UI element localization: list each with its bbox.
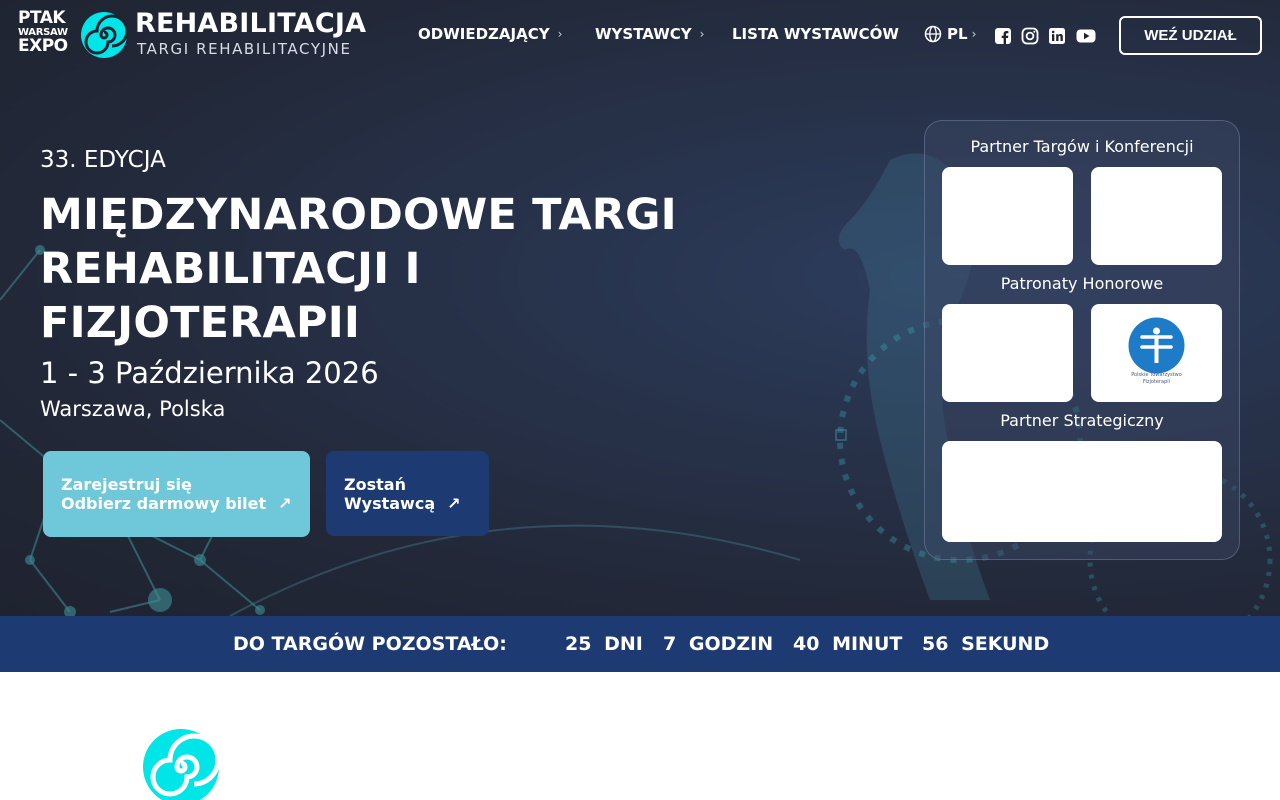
nav-item-wystawcy[interactable]: WYSTAWCY ›	[595, 25, 704, 43]
become-exhibitor-button[interactable]: Zostań Wystawcą ↗	[326, 451, 489, 536]
arrow-up-right-icon: ↗	[278, 494, 292, 513]
physiotherapy-society-logo-icon	[1128, 317, 1185, 374]
caption-line: Polskie Towarzystwo	[1131, 372, 1182, 378]
countdown-minutes-value: 40	[793, 633, 820, 655]
honorary-logo-card-pt[interactable]: Polskie Towarzystwo Fizjoterapii	[1091, 304, 1222, 402]
strategic-partner-heading: Partner Strategiczny	[1000, 411, 1164, 430]
facebook-icon[interactable]	[994, 27, 1012, 45]
countdown-days-value: 25	[565, 633, 592, 655]
headline-line: REHABILITACJI I	[40, 244, 421, 294]
countdown-seconds-unit: SEKUND	[961, 633, 1050, 655]
partner-logo-card[interactable]	[1091, 167, 1222, 265]
event-location: Warszawa, Polska	[40, 397, 226, 421]
caption-line: Fizjoterapii	[1142, 379, 1171, 385]
linkedin-icon[interactable]	[1048, 27, 1066, 45]
exhibitor-button-line2: Wystawcą	[344, 493, 436, 513]
honorary-logo-caption: Polskie Towarzystwo Fizjoterapii	[1091, 372, 1222, 386]
honorary-patronage-heading: Patronaty Honorowe	[1000, 274, 1164, 293]
site-header: PTAK WARSAW EXPO REHABILITACJA TARGI REH…	[0, 0, 1280, 70]
page-title: MIĘDZYNARODOWE TARGI REHABILITACJI I FIZ…	[40, 188, 720, 350]
countdown-hours-unit: GODZIN	[688, 633, 774, 655]
register-button-line2: Odbierz darmowy bilet	[61, 494, 267, 513]
language-switcher[interactable]: PL ›	[924, 25, 976, 43]
nav-label: ODWIEDZAJĄCY	[418, 25, 550, 43]
countdown-days-unit: DNI	[604, 633, 643, 655]
exhibitor-button-line2-row: Wystawcą ↗	[344, 494, 471, 513]
conference-partner-heading: Partner Targów i Konferencji	[970, 137, 1194, 156]
take-part-button[interactable]: WEŹ UDZIAŁ	[1119, 16, 1262, 55]
site-title[interactable]: REHABILITACJA	[135, 8, 366, 39]
chevron-right-icon: ›	[699, 27, 705, 41]
arrow-up-right-icon: ↗	[447, 493, 461, 513]
edition-label: 33. EDYCJA	[40, 147, 166, 173]
countdown-label: DO TARGÓW POZOSTAŁO:	[233, 633, 507, 655]
youtube-icon[interactable]	[1076, 27, 1096, 45]
ptak-expo-logo[interactable]: PTAK WARSAW EXPO	[18, 10, 74, 55]
countdown-days: 25 DNI	[565, 633, 643, 655]
countdown-hours-value: 7	[663, 633, 677, 655]
countdown-hours: 7 GODZIN	[663, 633, 773, 655]
honorary-logo-card[interactable]	[942, 304, 1073, 402]
globe-icon	[924, 25, 942, 43]
nav-item-odwiedzajacy[interactable]: ODWIEDZAJĄCY ›	[418, 25, 562, 43]
exhibitor-button-line1: Zostań	[344, 474, 406, 494]
headline-line: MIĘDZYNARODOWE TARGI	[40, 190, 677, 240]
nav-label: WYSTAWCY	[595, 25, 692, 43]
event-dates: 1 - 3 Października 2026	[40, 356, 379, 390]
countdown-seconds: 56 SEKUND	[922, 633, 1049, 655]
nav-item-lista-wystawcow[interactable]: LISTA WYSTAWCÓW	[732, 25, 899, 43]
logo-text-ptak: PTAK	[18, 8, 66, 28]
language-label: PL	[947, 25, 968, 43]
nav-label: LISTA WYSTAWCÓW	[732, 25, 899, 43]
countdown-bar: DO TARGÓW POZOSTAŁO: 25 DNI 7 GODZIN 40 …	[0, 616, 1280, 672]
chevron-right-icon: ›	[557, 27, 563, 41]
swirl-logo-icon	[143, 729, 220, 800]
logo-text-expo: EXPO	[18, 36, 68, 56]
register-button[interactable]: Zarejestruj się Odbierz darmowy bilet ↗	[43, 451, 310, 537]
countdown-minutes: 40 MINUT	[793, 633, 902, 655]
headline-line: FIZJOTERAPII	[40, 298, 361, 348]
countdown-minutes-unit: MINUT	[832, 633, 903, 655]
chevron-right-icon: ›	[971, 27, 977, 41]
swirl-logo-icon[interactable]	[80, 11, 128, 59]
instagram-icon[interactable]	[1021, 27, 1039, 45]
site-subtitle: TARGI REHABILITACYJNE	[137, 40, 352, 58]
countdown-seconds-value: 56	[922, 633, 949, 655]
register-button-line2-row: Odbierz darmowy bilet ↗	[61, 494, 292, 513]
partner-logo-card[interactable]	[942, 167, 1073, 265]
register-button-line1: Zarejestruj się	[61, 475, 192, 494]
strategic-partner-logo-card[interactable]	[942, 441, 1222, 542]
